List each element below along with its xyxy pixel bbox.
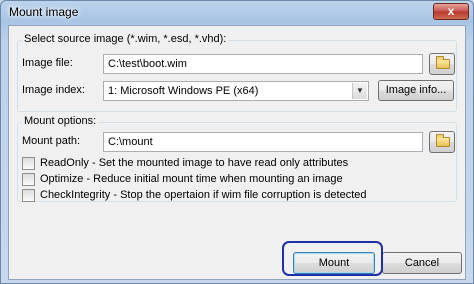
cancel-button[interactable]: Cancel <box>382 252 462 274</box>
readonly-checkbox[interactable] <box>22 157 35 170</box>
folder-icon <box>436 134 450 147</box>
close-button[interactable]: x <box>433 3 469 20</box>
image-index-label: Image index: <box>22 84 85 96</box>
browse-image-button[interactable] <box>429 53 455 75</box>
title-bar[interactable]: Mount image x <box>1 1 473 23</box>
source-image-group: Select source image (*.wim, *.esd, *.vhd… <box>17 33 457 112</box>
chevron-down-icon[interactable]: ▼ <box>352 83 367 99</box>
image-index-select[interactable]: 1: Microsoft Windows PE (x64) ▼ <box>103 81 369 101</box>
image-file-field[interactable]: C:\test\boot.wim <box>103 54 423 74</box>
optimize-checkbox[interactable] <box>22 173 35 186</box>
window-title: Mount image <box>9 5 79 19</box>
dialog-body: Select source image (*.wim, *.esd, *.vhd… <box>8 25 466 280</box>
checkintegrity-label[interactable]: CheckIntegrity - Stop the opertaion if w… <box>40 189 367 201</box>
mount-options-group: Mount options: Mount path: C:\mount Read… <box>17 115 457 202</box>
checkintegrity-checkbox[interactable] <box>22 189 35 202</box>
image-index-value: 1: Microsoft Windows PE (x64) <box>108 85 259 97</box>
folder-icon <box>436 56 450 69</box>
mount-group-label: Mount options: <box>22 115 99 127</box>
mount-path-label: Mount path: <box>22 135 81 147</box>
mount-path-field[interactable]: C:\mount <box>103 132 423 152</box>
close-icon: x <box>447 4 455 18</box>
browse-mount-path-button[interactable] <box>429 131 455 153</box>
mount-button-highlight <box>282 241 383 276</box>
readonly-label[interactable]: ReadOnly - Set the mounted image to have… <box>40 157 348 169</box>
image-file-label: Image file: <box>22 57 73 69</box>
source-group-label: Select source image (*.wim, *.esd, *.vhd… <box>22 33 229 45</box>
optimize-label[interactable]: Optimize - Reduce initial mount time whe… <box>40 173 343 185</box>
mount-image-dialog: Mount image x Select source image (*.wim… <box>0 0 474 284</box>
image-info-button[interactable]: Image info... <box>378 80 454 101</box>
